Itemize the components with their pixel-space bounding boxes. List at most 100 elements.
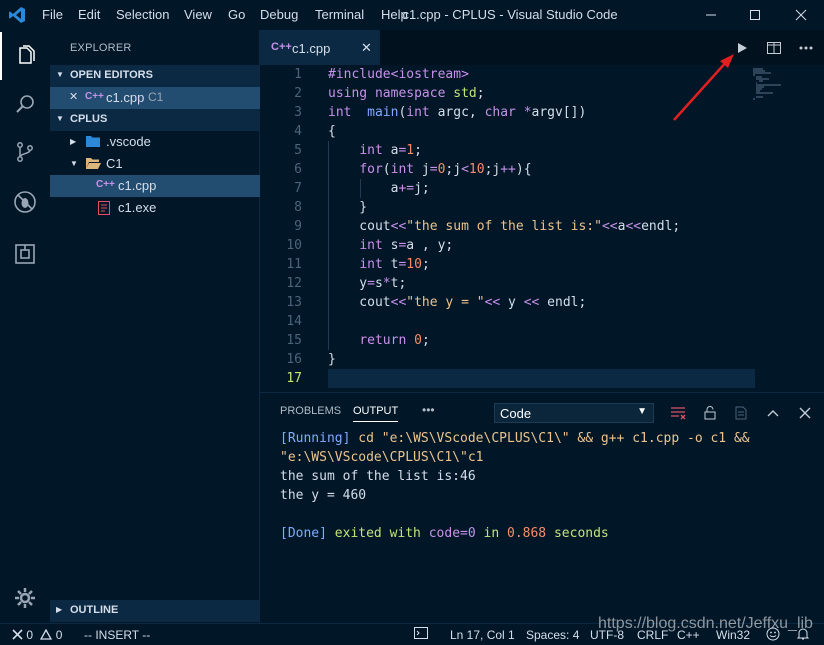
tree-file-c1-cpp[interactable]: C++ c1.cpp (50, 175, 260, 197)
code-line: a+=j; (328, 181, 430, 196)
split-editor-icon (767, 42, 781, 54)
more-icon (799, 46, 813, 50)
chevron-right-icon: ▶ (56, 605, 63, 614)
cpp-file-icon: C++ (85, 91, 104, 102)
extensions-icon[interactable] (0, 230, 50, 278)
indentation[interactable]: Spaces: 4 (526, 628, 579, 642)
code-line: int main(int argc, char *argv[]) (328, 105, 587, 120)
terminal-icon[interactable] (414, 627, 428, 642)
close-icon (795, 9, 807, 21)
error-icon (12, 629, 23, 640)
output-running-line: [Running] cd "e:\WS\VScode\CPLUS\C1\" &&… (280, 429, 750, 448)
folder-open-icon (85, 156, 101, 173)
open-editor-filename: c1.cpp (106, 90, 145, 105)
close-window-button[interactable] (778, 0, 824, 30)
code-editor[interactable]: 1 2 3 4 5 6 7 8 9 10 11 12 13 14 15 16 17 #include<iostr… (260, 65, 824, 392)
search-icon[interactable] (0, 80, 50, 128)
close-icon (799, 407, 811, 419)
chevron-up-icon (767, 410, 779, 417)
cursor-position[interactable]: Ln 17, Col 1 (450, 628, 515, 642)
split-editor-button[interactable] (763, 38, 785, 58)
open-log-icon (735, 406, 747, 420)
code-line: for(int j=0;j<10;j++){ (359, 162, 532, 177)
tab-c1-cpp[interactable]: C++ c1.cpp ✕ (260, 30, 380, 65)
line-number: 8 (294, 200, 302, 215)
line-number: 16 (286, 352, 302, 367)
explorer-sidebar: EXPLORER ▼ OPEN EDITORS ✕ C++ c1.cpp C1 … (50, 30, 260, 623)
output-channel-select[interactable]: Code ▼ (494, 403, 654, 423)
minimize-button[interactable] (688, 0, 734, 30)
line-number: 6 (294, 162, 302, 177)
tree-folder-c1[interactable]: ▼ C1 (50, 153, 260, 175)
settings-gear-icon[interactable] (0, 574, 50, 622)
title-bar: File Edit Selection View Go Debug Termin… (0, 0, 824, 30)
close-editor-icon[interactable]: ✕ (69, 90, 78, 103)
tree-folder-label: .vscode (106, 134, 151, 149)
menu-terminal[interactable]: Terminal (315, 7, 364, 22)
minimap[interactable] (753, 67, 793, 107)
code-line: { (328, 124, 336, 139)
done-tag: [Done] (280, 526, 327, 541)
code-line: int a=1; (359, 143, 422, 158)
tab-output[interactable]: OUTPUT (353, 405, 399, 422)
lock-icon (704, 406, 716, 420)
menu-help[interactable]: Help (381, 7, 408, 22)
tab-problems[interactable]: PROBLEMS (280, 405, 341, 417)
editor-tab-bar: C++ c1.cpp ✕ (260, 30, 824, 65)
line-number: 7 (294, 181, 302, 196)
line-number: 2 (294, 86, 302, 101)
output-panel: PROBLEMS OUTPUT ••• Code ▼ [Running] cd … (260, 392, 824, 623)
code-line: y=s*t; (328, 276, 407, 291)
chevron-down-icon: ▼ (70, 159, 78, 168)
line-number: 15 (286, 333, 302, 348)
lock-scroll-button[interactable] (700, 403, 720, 423)
maximize-button[interactable] (732, 0, 778, 30)
problems-status[interactable]: 0 0 (12, 628, 62, 642)
panel-more-icon[interactable]: ••• (422, 403, 435, 417)
menu-view[interactable]: View (184, 7, 212, 22)
close-tab-icon[interactable]: ✕ (361, 40, 372, 56)
line-number: 1 (294, 67, 302, 82)
menu-file[interactable]: File (42, 7, 63, 22)
output-line: the sum of the list is:46 (280, 469, 476, 484)
output-running-line-2: "e:\WS\VScode\CPLUS\C1\"c1 (280, 450, 484, 465)
source-control-icon[interactable] (0, 128, 50, 176)
code-line: cout<<"the y = "<< y << endl; (328, 295, 587, 310)
cpp-file-icon: C++ (96, 179, 115, 190)
vscode-folder-icon (85, 134, 101, 151)
clear-output-button[interactable] (668, 403, 688, 423)
clear-output-icon (671, 407, 686, 420)
open-editors-header[interactable]: ▼ OPEN EDITORS (50, 65, 260, 87)
close-panel-button[interactable] (795, 403, 815, 423)
tree-folder-vscode[interactable]: ▶ .vscode (50, 131, 260, 153)
tree-file-label: c1.exe (118, 200, 157, 215)
code-line: return 0; (359, 333, 430, 348)
menu-debug[interactable]: Debug (260, 7, 298, 22)
tab-label: c1.cpp (292, 41, 331, 56)
open-editor-folder: C1 (148, 90, 164, 104)
chevron-down-icon: ▼ (637, 406, 647, 417)
warning-icon (40, 628, 53, 640)
output-channel-value: Code (500, 406, 532, 421)
line-number: 13 (286, 295, 302, 310)
run-code-button[interactable] (731, 38, 753, 58)
line-number: 17 (286, 371, 302, 386)
outline-header[interactable]: ▶ OUTLINE (50, 600, 260, 622)
open-log-button[interactable] (731, 403, 751, 423)
tree-file-c1-exe[interactable]: c1.exe (50, 197, 260, 219)
menu-go[interactable]: Go (228, 7, 245, 22)
menu-edit[interactable]: Edit (78, 7, 100, 22)
open-editor-item[interactable]: ✕ C++ c1.cpp C1 (50, 87, 260, 109)
more-actions-button[interactable] (795, 38, 817, 58)
line-number: 11 (286, 257, 302, 272)
line-number: 3 (294, 105, 302, 120)
code-line: } (328, 200, 368, 215)
workspace-header[interactable]: ▼ CPLUS (50, 109, 260, 131)
explorer-icon[interactable] (0, 32, 50, 80)
debug-icon[interactable] (0, 178, 50, 226)
maximize-panel-button[interactable] (763, 403, 783, 423)
code-line: int s=a , y; (359, 238, 454, 253)
current-line-highlight (328, 369, 755, 388)
menu-selection[interactable]: Selection (116, 7, 169, 22)
line-number: 10 (286, 238, 302, 253)
